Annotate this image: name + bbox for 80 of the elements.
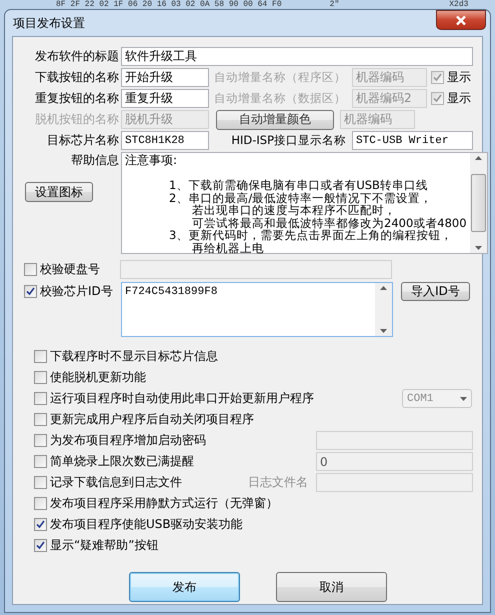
field-label: 脱机按钮的名称 [34, 111, 119, 128]
scrollbar[interactable] [470, 153, 487, 253]
help-text: 可尝试将最高和最低波特率都修改为2400或者4800 [191, 216, 467, 229]
text-field[interactable] [316, 431, 473, 450]
check-icon [36, 541, 45, 550]
field-label: 下载按钮的名称 [34, 69, 119, 86]
checkbox-label: 校验硬盘号 [40, 261, 101, 278]
checkbox[interactable] [34, 518, 47, 531]
hex-text: 8F 2F 22 02 1F 06 20 16 03 02 0A 58 90 00 64 F0 [56, 0, 282, 9]
checkbox[interactable] [34, 350, 47, 363]
disk-id-field[interactable] [120, 260, 392, 279]
help-text: 若出现串口的速度与本程序不匹配时， [192, 204, 396, 216]
text-field[interactable]: 软件升级工具 [121, 47, 473, 66]
up-arrow-icon[interactable] [380, 286, 387, 290]
chip-id-text-area[interactable]: F724C5431899F8 [121, 282, 393, 337]
checkbox[interactable] [24, 285, 37, 298]
field-label: 目标芯片名称 [46, 132, 119, 149]
checkbox[interactable] [34, 434, 47, 447]
field-label: HID-ISP接口显示名称 [230, 133, 346, 148]
checkbox-label: 运行项目程序时自动使用此串口开始更新用户程序 [50, 390, 314, 407]
checkbox-label: 下载程序时不显示目标芯片信息 [50, 348, 218, 365]
help-text: 注意事项: [125, 154, 178, 166]
checkbox[interactable] [431, 92, 444, 105]
down-arrow-icon[interactable] [474, 246, 482, 250]
checkbox[interactable] [34, 455, 47, 468]
checkbox-label: 发布项目程序使能USB驱动安装功能 [50, 516, 243, 533]
field-label: 发布软件的标题 [34, 48, 119, 65]
text-field[interactable]: 重复升级 [121, 89, 209, 108]
text-field[interactable]: STC8H1K28 [121, 131, 209, 150]
checkbox-label: 校验芯片ID号 [40, 283, 113, 300]
down-arrow-icon[interactable] [460, 396, 467, 400]
help-text: 1、下载前需确保电脑有串口或者有USB转串口线 [168, 179, 429, 192]
up-arrow-icon[interactable] [474, 156, 482, 160]
check-icon [433, 94, 442, 103]
scrollbar-thumb[interactable] [470, 174, 486, 232]
set-icon-button[interactable]: 设置图标 [25, 182, 93, 202]
help-text: 2、串口的最高/最低波特率一般情况下不需设置， [168, 192, 434, 204]
help-text: 3、更新代码时，需要先点击界面左上角的编程按钮， [168, 229, 454, 242]
checkbox-label: 简单烧录上限次数已满提醒 [50, 453, 194, 470]
text-field[interactable]: 开始升级 [121, 68, 209, 87]
checkbox-label: 记录下载信息到日志文件 [50, 474, 182, 491]
checkbox[interactable] [34, 371, 47, 384]
checkbox-label: 更新完成用户程序后自动关闭项目程序 [50, 411, 254, 428]
checkbox-label: 显示 [447, 69, 471, 86]
field-label: 重复按钮的名称 [34, 90, 119, 107]
checkbox[interactable] [34, 539, 47, 552]
text-field[interactable]: 0 [316, 452, 473, 471]
checkbox[interactable] [24, 263, 37, 276]
checkbox[interactable] [34, 392, 47, 405]
hex-text: X2d3 [449, 0, 468, 9]
chip-id-text: F724C5431899F8 [124, 285, 218, 300]
close-icon [455, 14, 467, 26]
check-icon [36, 520, 45, 529]
checkbox[interactable] [431, 71, 444, 84]
checkbox-label: 为发布项目程序增加启动密码 [50, 432, 206, 449]
cancel-button[interactable]: 取消 [276, 572, 387, 602]
down-arrow-icon[interactable] [380, 329, 387, 333]
scrollbar[interactable] [375, 283, 392, 336]
import-id-button[interactable]: 导入ID号 [401, 282, 470, 301]
text-field[interactable]: STC-USB Writer [352, 131, 473, 150]
checkbox-label: 发布项目程序采用静默方式运行（无弹窗） [50, 495, 278, 512]
field-label: 自动增量名称（程序区） [213, 70, 346, 85]
field-label: 帮助信息 [70, 152, 119, 169]
close-button[interactable] [436, 10, 486, 30]
text-field[interactable] [316, 473, 473, 492]
checkbox-label: 显示 [447, 90, 471, 107]
checkbox-label: 使能脱机更新功能 [50, 369, 146, 386]
help-text: 再给机器上电 [191, 242, 265, 254]
check-icon [433, 73, 442, 82]
checkbox[interactable] [34, 476, 47, 489]
check-icon [26, 287, 35, 296]
checkbox[interactable] [34, 413, 47, 426]
window-title: 项目发布设置 [13, 14, 85, 32]
checkbox-label: 显示“疑难帮助”按钮 [50, 537, 158, 554]
field-label: 自动增量名称（数据区） [213, 91, 346, 106]
hex-text: 2" [330, 0, 340, 9]
field-label: 日志文件名 [248, 474, 308, 491]
help-text-area[interactable]: 注意事项: 1、下载前需确保电脑有串口或者有USB转串口线 2、串口的最高/最低波特率一般情况下不需设置， 若出现串口的速度与本程序不匹配时， 可尝试将最高和最低波特率都修改为2400或者4800 3、更新代码时，需要先点击界面左上角的编程按钮， 再给机器上电 [121, 152, 488, 254]
publish-button[interactable]: 发布 [129, 572, 240, 602]
checkbox[interactable] [34, 497, 47, 510]
